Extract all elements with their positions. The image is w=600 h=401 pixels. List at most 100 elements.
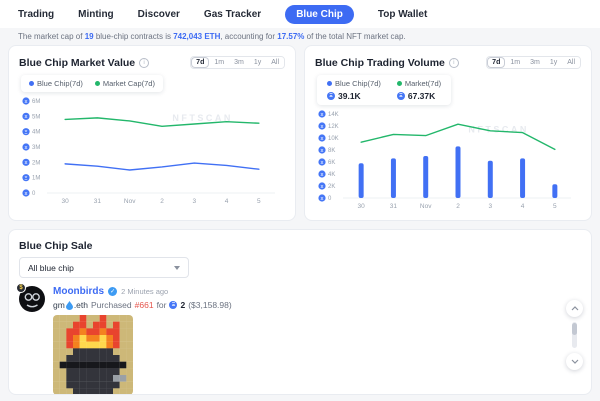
dollar-badge-icon: $	[16, 283, 26, 293]
eth-icon: Ξ	[397, 92, 405, 100]
range-3m-button[interactable]: 3m	[229, 57, 249, 68]
svg-text:30: 30	[358, 203, 366, 210]
eth-icon: Ξ	[169, 301, 177, 309]
buyer-name[interactable]: gm.eth	[53, 300, 88, 310]
token-id-link[interactable]: #661	[135, 300, 154, 310]
svg-text:4: 4	[521, 203, 525, 210]
collection-filter-dropdown[interactable]: All blue chip	[19, 257, 189, 278]
action-label: Purchased	[91, 300, 132, 310]
for-label: for	[157, 300, 167, 310]
scroll-up-button[interactable]	[566, 300, 583, 317]
svg-text:Ξ: Ξ	[25, 129, 28, 134]
eth-icon: Ξ	[327, 92, 335, 100]
tab-top-wallet[interactable]: Top Wallet	[378, 9, 427, 20]
tab-gas-tracker[interactable]: Gas Tracker	[204, 9, 261, 20]
svg-text:4K: 4K	[328, 172, 335, 178]
scrollbar-thumb[interactable]	[572, 323, 577, 335]
market-value-title: Blue Chip Market Value	[19, 57, 135, 69]
svg-text:10K: 10K	[328, 136, 339, 142]
nft-image[interactable]	[53, 315, 133, 395]
range-1y-button[interactable]: 1y	[249, 57, 266, 68]
market-cap-value: 742,043 ETH	[173, 32, 220, 41]
range-1y-button[interactable]: 1y	[545, 57, 562, 68]
green-dot-icon	[397, 81, 402, 86]
range-all-button[interactable]: All	[562, 57, 580, 68]
range-all-button[interactable]: All	[266, 57, 284, 68]
range-3m-button[interactable]: 3m	[525, 57, 545, 68]
sale-card-title: Blue Chip Sale	[19, 240, 93, 252]
trading-volume-title: Blue Chip Trading Volume	[315, 57, 445, 69]
svg-text:1M: 1M	[32, 176, 40, 182]
svg-text:Ξ: Ξ	[321, 196, 324, 201]
trading-volume-legend: Blue Chip(7d) Ξ39.1K Market(7d) Ξ67.37K	[317, 75, 451, 105]
svg-text:4M: 4M	[32, 130, 40, 136]
svg-text:4: 4	[225, 198, 229, 205]
svg-text:12K: 12K	[328, 124, 339, 130]
legend-blue-chip[interactable]: Blue Chip(7d)	[29, 79, 83, 88]
collection-link[interactable]: Moonbirds	[53, 286, 104, 297]
market-value-chart: NFTSCANΞ6MΞ5MΞ4MΞ3MΞ2MΞ1MΞ03031Nov2345	[19, 94, 285, 206]
svg-text:3M: 3M	[32, 145, 40, 151]
svg-text:0: 0	[32, 191, 36, 197]
svg-text:Ξ: Ξ	[321, 148, 324, 153]
tab-minting[interactable]: Minting	[78, 9, 114, 20]
svg-text:Ξ: Ξ	[25, 99, 28, 104]
market-cap-summary: The market cap of 19 blue-chip contracts…	[0, 28, 600, 43]
blue-dot-icon	[327, 81, 332, 86]
sale-price-usd: ($3,158.98)	[188, 300, 231, 310]
trading-volume-chart: NFTSCANΞ14KΞ12KΞ10KΞ8KΞ6KΞ4KΞ2KΞ03031Nov…	[315, 107, 581, 211]
legend-market-cap[interactable]: Market Cap(7d)	[95, 79, 155, 88]
range-1m-button[interactable]: 1m	[505, 57, 525, 68]
tab-discover[interactable]: Discover	[138, 9, 180, 20]
feed-scrollbar[interactable]	[572, 322, 577, 348]
time-range-selector: 7d 1m 3m 1y All	[486, 56, 581, 69]
svg-text:Ξ: Ξ	[321, 184, 324, 189]
svg-text:Nov: Nov	[124, 198, 136, 205]
svg-text:Ξ: Ξ	[321, 172, 324, 177]
scroll-down-button[interactable]	[566, 353, 583, 370]
time-range-selector: 7d 1m 3m 1y All	[190, 56, 285, 69]
water-drop-icon	[66, 301, 73, 310]
svg-text:14K: 14K	[328, 112, 339, 118]
svg-text:Nov: Nov	[420, 203, 432, 210]
svg-text:Ξ: Ξ	[25, 191, 28, 196]
range-1m-button[interactable]: 1m	[209, 57, 229, 68]
legend-market[interactable]: Market(7d) Ξ67.37K	[397, 79, 441, 101]
volume-value: 39.1K	[338, 91, 361, 101]
chevron-down-icon	[174, 266, 180, 270]
info-icon[interactable]: i	[139, 58, 149, 68]
trading-volume-card: Blue Chip Trading Volume i 7d 1m 3m 1y A…	[304, 45, 592, 221]
sale-feed-item: $ Moonbirds ✓ 2 Minutes ago gm.eth Purch…	[19, 286, 581, 395]
svg-text:6K: 6K	[328, 160, 335, 166]
green-dot-icon	[95, 81, 100, 86]
svg-text:8K: 8K	[328, 148, 335, 154]
market-value-card: Blue Chip Market Value i 7d 1m 3m 1y All…	[8, 45, 296, 221]
svg-text:6M: 6M	[32, 99, 40, 105]
market-volume-value: 67.37K	[408, 91, 435, 101]
sale-timestamp: 2 Minutes ago	[121, 287, 168, 296]
sale-price-eth: 2	[180, 300, 185, 310]
tab-trading[interactable]: Trading	[18, 9, 54, 20]
market-cap-percent: 17.57%	[277, 32, 304, 41]
tab-blue-chip[interactable]: Blue Chip	[285, 5, 354, 24]
svg-text:Ξ: Ξ	[321, 160, 324, 165]
range-7d-button[interactable]: 7d	[191, 57, 209, 68]
svg-text:5M: 5M	[32, 114, 40, 120]
svg-text:5: 5	[553, 203, 557, 210]
moonbirds-avatar[interactable]: $	[19, 286, 45, 312]
info-icon[interactable]: i	[449, 58, 459, 68]
svg-text:30: 30	[62, 198, 70, 205]
top-nav: Trading Minting Discover Gas Tracker Blu…	[0, 0, 600, 28]
svg-text:Ξ: Ξ	[25, 114, 28, 119]
svg-text:Ξ: Ξ	[321, 112, 324, 117]
filter-selected-value: All blue chip	[28, 263, 74, 273]
blue-dot-icon	[29, 81, 34, 86]
svg-text:0: 0	[328, 196, 332, 202]
svg-text:2M: 2M	[32, 160, 40, 166]
market-value-legend: Blue Chip(7d) Market Cap(7d)	[21, 75, 163, 92]
svg-text:Ξ: Ξ	[321, 136, 324, 141]
svg-text:3: 3	[192, 198, 196, 205]
range-7d-button[interactable]: 7d	[487, 57, 505, 68]
legend-blue-chip[interactable]: Blue Chip(7d) Ξ39.1K	[327, 79, 381, 101]
summary-text: The market cap of	[18, 32, 85, 41]
